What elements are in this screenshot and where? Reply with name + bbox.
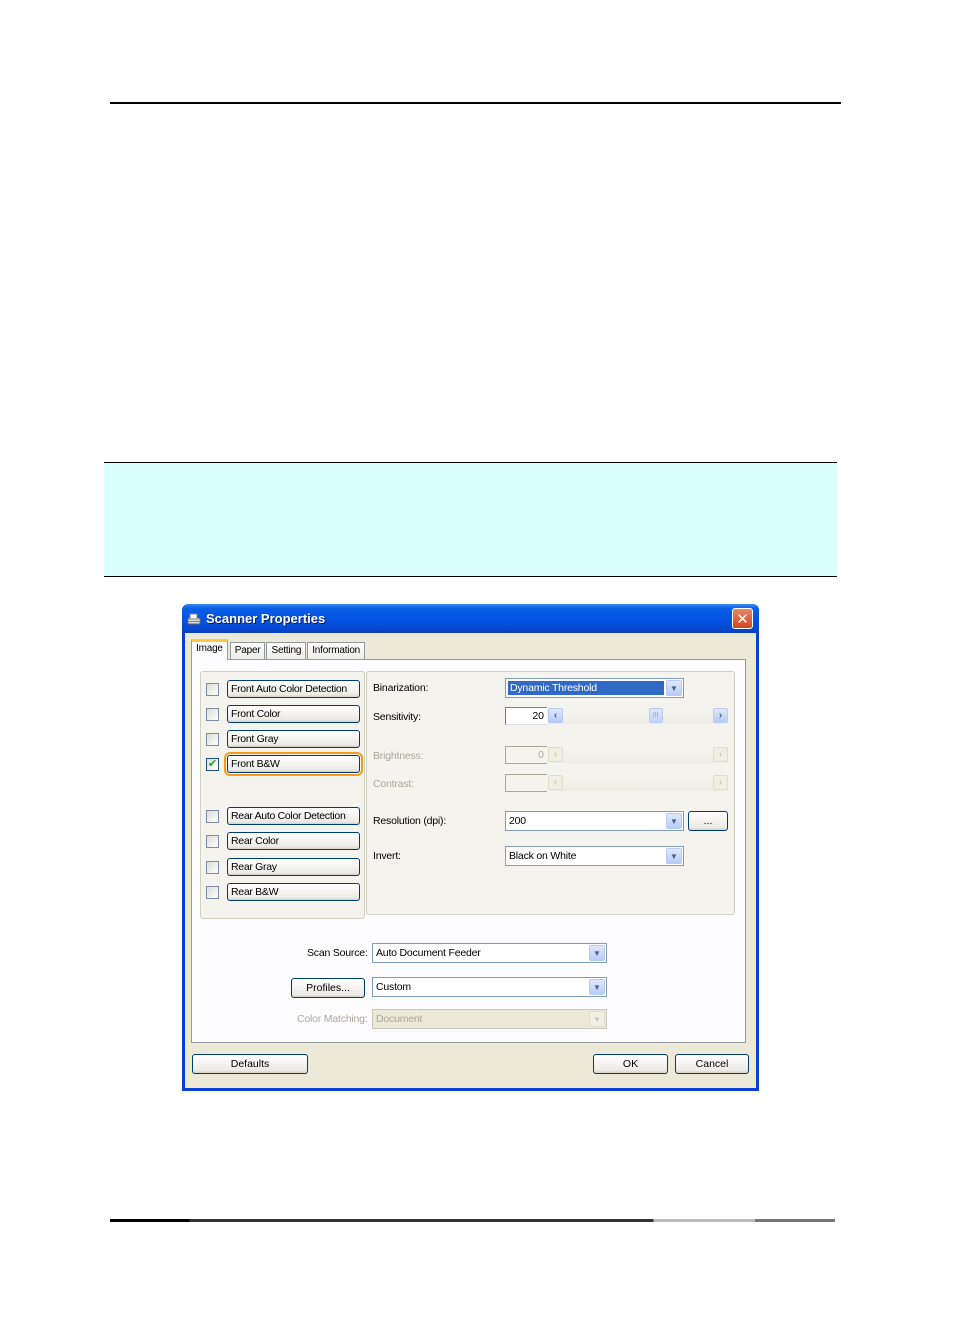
close-icon: ✕ — [736, 610, 749, 628]
option-front-gray: Front Gray — [206, 730, 360, 748]
checkbox[interactable] — [206, 885, 219, 899]
arrow-right-icon: › — [713, 775, 728, 790]
front-gray-button[interactable]: Front Gray — [227, 730, 360, 748]
check-icon: ✔ — [207, 757, 218, 770]
binarization-label: Binarization: — [373, 682, 429, 694]
scan-source-label: Scan Source: — [307, 947, 368, 959]
option-rear-auto-color: Rear Auto Color Detection — [206, 807, 360, 825]
color-matching-value: Document — [376, 1013, 423, 1025]
checkbox[interactable] — [206, 834, 219, 848]
binarization-value: Dynamic Threshold — [508, 681, 664, 695]
checkbox[interactable] — [206, 732, 219, 746]
profile-select[interactable]: Custom ▼ — [372, 977, 607, 997]
footer-rule — [110, 1219, 835, 1222]
resolution-label: Resolution (dpi): — [373, 815, 447, 827]
option-rear-color: Rear Color — [206, 832, 360, 850]
option-front-auto-color: Front Auto Color Detection — [206, 680, 360, 698]
brightness-input: 0 — [505, 746, 547, 764]
front-bw-button[interactable]: Front B&W — [224, 752, 363, 776]
sensitivity-label: Sensitivity: — [373, 711, 421, 723]
profiles-button[interactable]: Profiles... — [291, 978, 365, 998]
checkbox[interactable] — [206, 809, 219, 823]
defaults-button[interactable]: Defaults — [192, 1054, 308, 1074]
rear-color-button[interactable]: Rear Color — [227, 832, 360, 850]
chevron-down-icon: ▼ — [589, 945, 605, 961]
brightness-label: Brightness: — [373, 750, 424, 762]
binarization-select[interactable]: Dynamic Threshold ▼ — [505, 678, 684, 698]
dialog-client: Image Paper Setting Information Front Au… — [185, 633, 756, 1088]
profile-value: Custom — [376, 981, 411, 993]
scanner-properties-dialog: Scanner Properties ✕ Image Paper Setting… — [182, 604, 759, 1091]
rear-bw-button[interactable]: Rear B&W — [227, 883, 360, 901]
tab-paper[interactable]: Paper — [229, 642, 266, 660]
tab-information[interactable]: Information — [307, 642, 366, 660]
resolution-value: 200 — [509, 815, 526, 827]
resolution-more-button[interactable]: ... — [688, 811, 728, 831]
header-rule — [110, 102, 841, 104]
chevron-down-icon: ▼ — [666, 848, 682, 864]
option-front-bw: ✔ Front B&W — [206, 752, 363, 776]
color-matching-select: Document ▼ — [372, 1009, 607, 1029]
contrast-input — [505, 774, 547, 792]
option-rear-gray: Rear Gray — [206, 858, 360, 876]
dialog-title: Scanner Properties — [206, 611, 326, 626]
sensitivity-slider[interactable]: ‹ III › — [548, 707, 728, 724]
scan-source-value: Auto Document Feeder — [376, 947, 481, 959]
arrow-right-icon: › — [713, 747, 728, 762]
chevron-down-icon: ▼ — [666, 813, 682, 829]
sensitivity-input[interactable]: 20 — [505, 707, 547, 725]
scanner-icon — [186, 611, 202, 627]
arrow-left-icon[interactable]: ‹ — [548, 708, 563, 723]
tab-bar: Image Paper Setting Information — [191, 639, 366, 660]
chevron-down-icon: ▼ — [666, 680, 682, 696]
image-settings-group: Binarization: Dynamic Threshold ▼ Sensit… — [366, 671, 735, 915]
contrast-slider: ‹ › — [548, 774, 728, 791]
tab-setting[interactable]: Setting — [266, 642, 307, 660]
resolution-select[interactable]: 200 ▼ — [505, 811, 684, 831]
arrow-left-icon: ‹ — [548, 747, 563, 762]
title-bar[interactable]: Scanner Properties ✕ — [182, 604, 759, 633]
tab-image[interactable]: Image — [191, 639, 228, 660]
chevron-down-icon: ▼ — [589, 979, 605, 995]
image-tab-panel: Front Auto Color Detection Front Color F… — [191, 659, 746, 1043]
invert-label: Invert: — [373, 850, 401, 862]
checkbox[interactable] — [206, 682, 219, 696]
arrow-left-icon: ‹ — [548, 775, 563, 790]
ok-button[interactable]: OK — [593, 1054, 668, 1074]
scan-source-select[interactable]: Auto Document Feeder ▼ — [372, 943, 607, 963]
front-color-button[interactable]: Front Color — [227, 705, 360, 723]
checkbox-checked[interactable]: ✔ — [206, 757, 219, 771]
chevron-down-icon: ▼ — [589, 1011, 605, 1027]
color-matching-label: Color Matching: — [297, 1013, 368, 1025]
contrast-label: Contrast: — [373, 778, 414, 790]
slider-thumb[interactable]: III — [648, 708, 663, 723]
invert-value: Black on White — [509, 850, 577, 862]
front-auto-color-detection-button[interactable]: Front Auto Color Detection — [227, 680, 360, 698]
close-button[interactable]: ✕ — [732, 608, 753, 629]
cancel-button[interactable]: Cancel — [675, 1054, 749, 1074]
note-box — [104, 462, 837, 577]
arrow-right-icon[interactable]: › — [713, 708, 728, 723]
brightness-slider: ‹ › — [548, 746, 728, 763]
image-type-group: Front Auto Color Detection Front Color F… — [200, 671, 365, 919]
rear-gray-button[interactable]: Rear Gray — [227, 858, 360, 876]
checkbox[interactable] — [206, 860, 219, 874]
rear-auto-color-detection-button[interactable]: Rear Auto Color Detection — [227, 807, 360, 825]
option-front-color: Front Color — [206, 705, 360, 723]
invert-select[interactable]: Black on White ▼ — [505, 846, 684, 866]
option-rear-bw: Rear B&W — [206, 883, 360, 901]
checkbox[interactable] — [206, 707, 219, 721]
